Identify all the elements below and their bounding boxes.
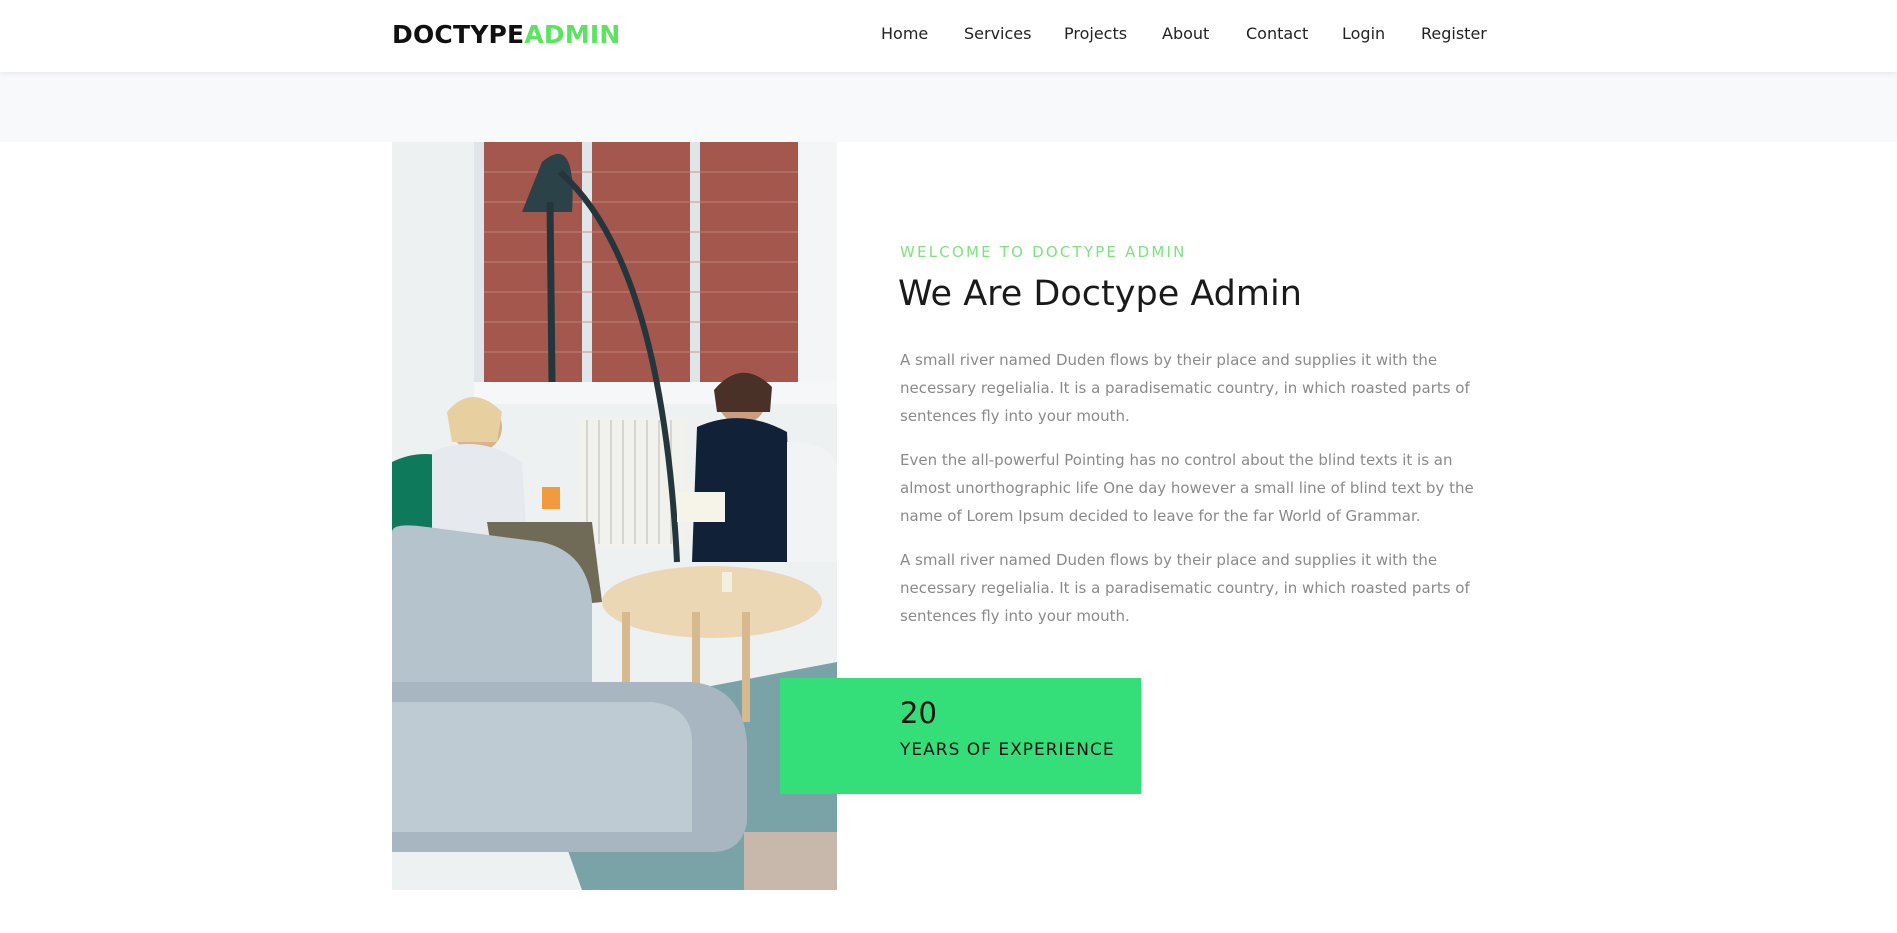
- nav-link-projects[interactable]: Projects: [1064, 24, 1127, 43]
- nav-link-register[interactable]: Register: [1421, 24, 1487, 43]
- office-photo: [392, 142, 837, 890]
- hero-band: [0, 72, 1897, 142]
- office-illustration: [392, 142, 837, 890]
- paragraph-1: A small river named Duden flows by their…: [900, 351, 1470, 425]
- experience-number: 20: [900, 696, 937, 730]
- navbar: DOCTYPEADMIN Home Services Projects Abou…: [0, 0, 1897, 72]
- nav-links: Home Services Projects About Contact Log…: [0, 24, 1897, 48]
- nav-link-services[interactable]: Services: [964, 24, 1031, 43]
- experience-badge: 20 YEARS OF EXPERIENCE: [780, 678, 1141, 794]
- section-heading: We Are Doctype Admin: [898, 274, 1302, 314]
- experience-label: YEARS OF EXPERIENCE: [900, 740, 1115, 760]
- nav-link-login[interactable]: Login: [1342, 24, 1385, 43]
- nav-link-home[interactable]: Home: [881, 24, 928, 43]
- paragraph-2: Even the all-powerful Pointing has no co…: [900, 451, 1474, 525]
- nav-link-contact[interactable]: Contact: [1246, 24, 1308, 43]
- section-eyebrow: WELCOME TO DOCTYPE ADMIN: [900, 243, 1187, 261]
- nav-link-about[interactable]: About: [1162, 24, 1209, 43]
- paragraph-3: A small river named Duden flows by their…: [900, 551, 1470, 625]
